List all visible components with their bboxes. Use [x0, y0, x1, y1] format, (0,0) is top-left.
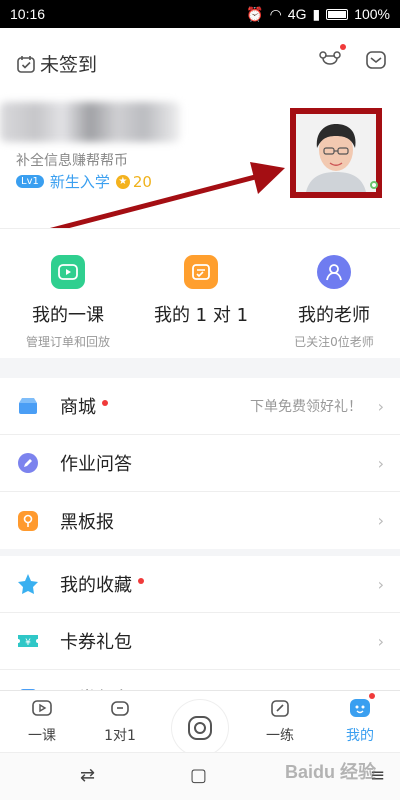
wifi-icon: ◠ — [269, 5, 282, 22]
menu-item-blackboard[interactable]: 黑板报 › — [0, 492, 400, 549]
user-name-blurred — [0, 102, 180, 142]
checkin-button[interactable]: 未签到 — [16, 50, 97, 77]
svg-text:¥: ¥ — [25, 638, 31, 648]
pencil-icon — [18, 453, 38, 473]
menu-label: 我的收藏 — [60, 575, 132, 596]
menu-label: 卡券礼包 — [60, 632, 132, 653]
switch-icon[interactable]: ⇄ — [80, 765, 95, 786]
watermark: Baidu 经验 — [285, 762, 377, 782]
menu-item-favorites[interactable]: 我的收藏 › — [0, 556, 400, 613]
notification-dot — [340, 44, 346, 50]
tab-label: 1对1 — [104, 728, 136, 744]
play-tv-icon — [32, 700, 52, 716]
pet-button[interactable] — [318, 44, 346, 72]
face-icon — [350, 699, 370, 717]
chevron-right-icon: › — [377, 453, 384, 473]
quick-title: 我的一课 — [32, 305, 104, 326]
chat-check-icon — [192, 264, 210, 280]
signal-icon: ▮ — [312, 5, 321, 22]
status-bar: 10:16 ⏰ ◠ 4G ▮ 100% — [0, 0, 400, 28]
menu-hint: 下单免费领好礼！ — [250, 399, 362, 415]
tab-yike[interactable]: 一课 — [12, 695, 72, 745]
coupon-icon: ¥ — [18, 635, 38, 648]
tv-play-icon — [58, 264, 78, 280]
battery-icon — [326, 8, 349, 20]
messages-button[interactable] — [364, 48, 388, 72]
tab-label: 一练 — [266, 728, 294, 744]
notification-dot — [138, 578, 144, 584]
alarm-icon: ⏰ — [246, 5, 264, 22]
quick-title: 我的 1 对 1 — [153, 305, 249, 326]
battery-label: 100% — [354, 6, 390, 22]
checkin-label: 未签到 — [40, 54, 98, 76]
menu-item-store[interactable]: 商城 下单免费领好礼！ › — [0, 378, 400, 435]
menu-label: 作业问答 — [60, 454, 132, 475]
chevron-right-icon: › — [377, 511, 384, 530]
quick-subtitle: 已关注0位老师 — [294, 335, 374, 349]
my-course-button[interactable]: 我的一课 管理订单和回放 — [16, 255, 120, 350]
tab-mine[interactable]: 我的 — [330, 693, 390, 745]
menu-item-coupons[interactable]: ¥ 卡券礼包 › — [0, 613, 400, 670]
menu-group-1: 商城 下单免费领好礼！ › 作业问答 › 黑板报 › — [0, 378, 400, 549]
teacher-icon — [326, 264, 342, 281]
camera-icon — [188, 716, 212, 740]
tab-1on1[interactable]: 1对1 — [90, 695, 150, 745]
network-label: 4G — [287, 6, 307, 22]
my-1on1-button[interactable]: 我的 1 对 1 — [146, 255, 256, 333]
menu-label: 商城 — [60, 397, 96, 418]
status-time: 10:16 — [10, 6, 46, 22]
notification-dot — [369, 693, 375, 699]
my-teacher-button[interactable]: 我的老师 已关注0位老师 — [284, 255, 384, 350]
avatar-photo — [296, 114, 376, 192]
camera-button[interactable] — [172, 700, 228, 756]
online-indicator — [370, 181, 378, 189]
chevron-right-icon: › — [377, 396, 384, 416]
mail-icon — [366, 51, 386, 69]
store-icon — [19, 398, 37, 414]
home-icon[interactable]: ▢ — [190, 765, 207, 786]
tab-yilian[interactable]: 一练 — [250, 695, 310, 745]
board-icon — [18, 510, 38, 531]
quick-subtitle: 管理订单和回放 — [25, 335, 110, 349]
notification-dot — [102, 400, 108, 406]
quick-actions: 我的一课 管理订单和回放 我的 1 对 1 我的老师 已关注0位老师 — [0, 228, 400, 358]
star-icon — [18, 574, 38, 594]
edit-icon — [271, 700, 289, 717]
chevron-right-icon: › — [377, 631, 384, 651]
avatar[interactable] — [290, 108, 382, 198]
tab-label: 我的 — [346, 728, 374, 744]
bear-icon — [319, 51, 341, 65]
quick-title: 我的老师 — [298, 305, 370, 326]
tab-label: 一课 — [28, 728, 56, 744]
robot-icon — [111, 701, 129, 716]
menu-label: 黑板报 — [60, 511, 114, 533]
chevron-right-icon: › — [377, 574, 384, 594]
calendar-check-icon — [17, 55, 35, 73]
menu-item-homework-qa[interactable]: 作业问答 › — [0, 435, 400, 492]
